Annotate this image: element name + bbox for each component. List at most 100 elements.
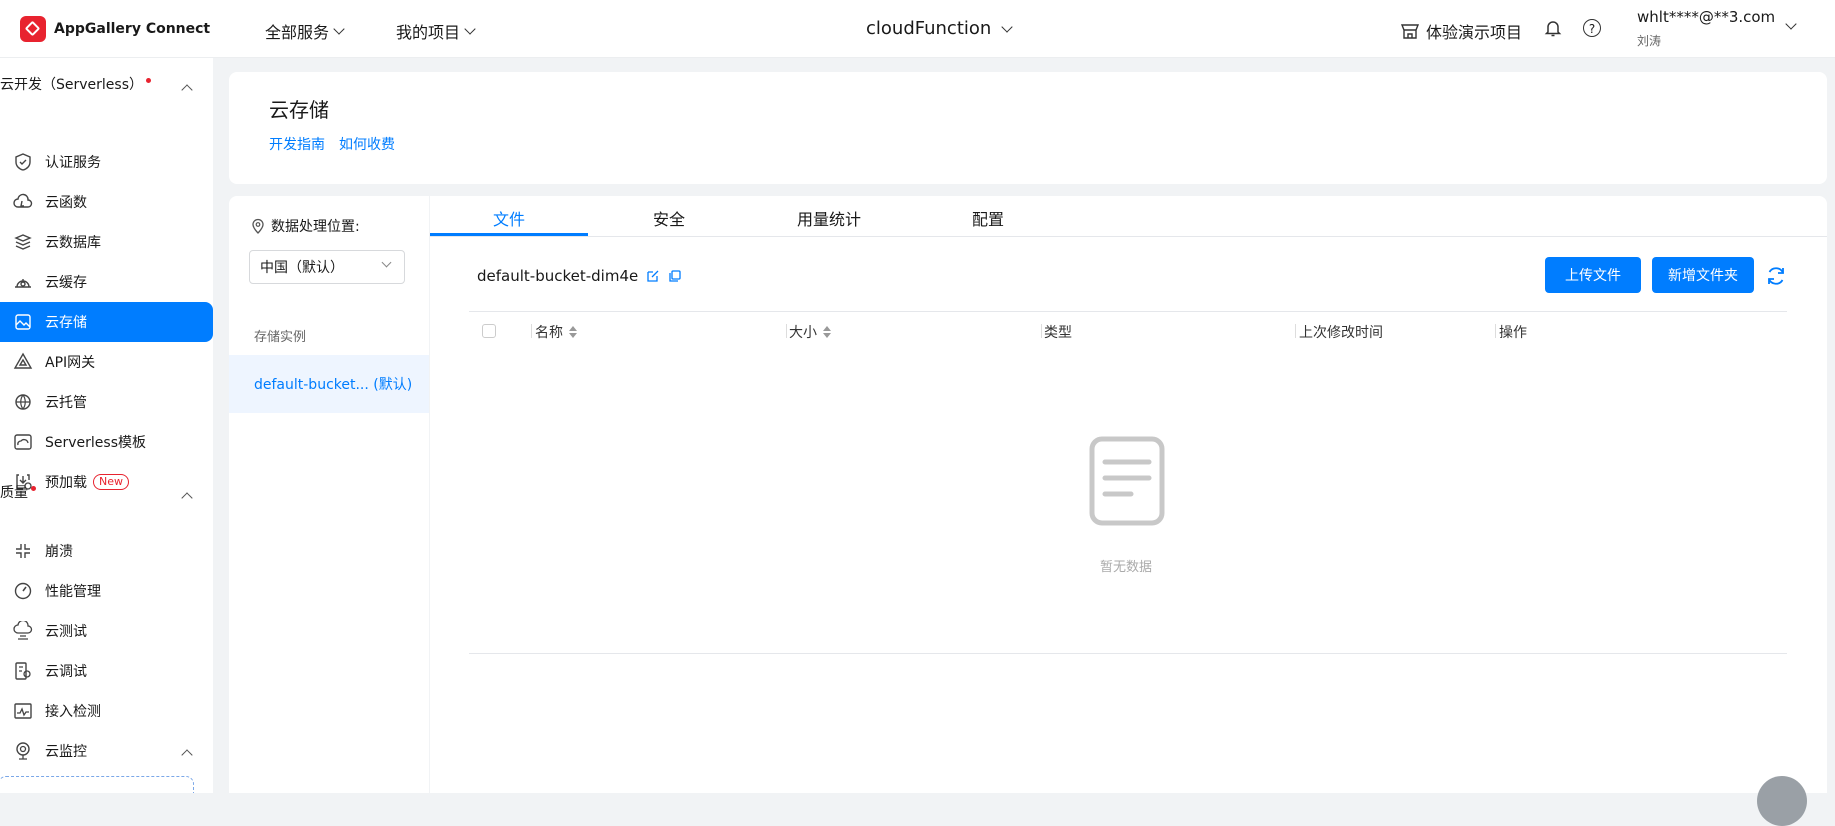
column-separator (1495, 324, 1496, 338)
user-email: whlt****@**3.com (1637, 8, 1776, 26)
instances-label: 存储实例 (254, 330, 307, 345)
column-modified: 上次修改时间 (1299, 322, 1383, 342)
project-selector[interactable]: cloudFunction (866, 18, 1013, 39)
column-separator (1295, 324, 1296, 338)
edit-icon[interactable] (646, 269, 660, 283)
tab-usage[interactable]: 用量统计 (797, 206, 861, 230)
sidebar-item-auth[interactable]: 认证服务 (0, 142, 213, 182)
sort-icon (569, 326, 577, 338)
brand-name: AppGallery Connect (54, 21, 211, 37)
sidebar-item-cloud-function[interactable]: 云函数 (0, 182, 213, 222)
column-separator (531, 324, 532, 338)
column-actions-label: 操作 (1499, 325, 1527, 341)
group-title-label: 云开发（Serverless） (0, 77, 144, 93)
crash-icon (13, 541, 33, 561)
column-actions: 操作 (1499, 322, 1527, 342)
sidebar-item-crash[interactable]: 崩溃 (0, 531, 213, 571)
all-services-menu[interactable]: 全部服务 (265, 19, 345, 43)
globe-icon (13, 392, 33, 412)
demo-project-button[interactable]: 体验演示项目 (1400, 19, 1522, 43)
sidebar-item-label: 云调试 (45, 664, 87, 680)
sidebar-item-cache[interactable]: 云缓存 (0, 262, 213, 302)
storage-icon (13, 312, 33, 332)
sort-icon (823, 326, 831, 338)
template-icon (13, 432, 33, 452)
tab-config[interactable]: 配置 (972, 206, 1004, 230)
sidebar-item-performance[interactable]: 性能管理 (0, 571, 213, 611)
notification-dot (31, 485, 36, 491)
upload-file-button[interactable]: 上传文件 (1545, 257, 1641, 293)
sidebar-item-cloud-test[interactable]: 云测试 (0, 611, 213, 651)
sidebar-item-label: 云监控 (45, 744, 87, 760)
sidebar-item-label: 云函数 (45, 195, 87, 211)
copy-icon[interactable] (668, 269, 682, 283)
storage-left-panel: 数据处理位置: 中国（默认） 存储实例 default-bucket... (默… (229, 196, 429, 793)
sidebar-item-storage[interactable]: 云存储 (0, 302, 213, 342)
location-label-text: 数据处理位置: (271, 219, 360, 235)
sidebar-item-access-check[interactable]: 接入检测 (0, 691, 213, 731)
column-type-label: 类型 (1044, 325, 1072, 341)
help-icon[interactable]: ? (1583, 19, 1601, 37)
location-selected-value: 中国（默认） (260, 260, 344, 276)
sidebar-item-label: API网关 (45, 355, 96, 371)
bell-icon[interactable] (1543, 18, 1563, 38)
tab-security[interactable]: 安全 (653, 206, 685, 230)
sidebar-item-serverless-template[interactable]: Serverless模板 (0, 422, 213, 462)
column-name[interactable]: 名称 (535, 322, 577, 342)
debug-icon (13, 661, 33, 681)
header-links: 开发指南 如何收费 (269, 134, 395, 154)
my-projects-menu[interactable]: 我的项目 (396, 19, 476, 43)
top-bar: AppGallery Connect 全部服务 我的项目 cloudFuncti… (0, 0, 1835, 58)
column-modified-label: 上次修改时间 (1299, 325, 1383, 341)
user-account[interactable]: whlt****@**3.com 刘涛 (1637, 8, 1775, 49)
sidebar-item-hosting[interactable]: 云托管 (0, 382, 213, 422)
sidebar-item-label: 性能管理 (45, 584, 101, 600)
page-header-card: 云存储 开发指南 如何收费 (229, 72, 1827, 184)
column-type: 类型 (1044, 322, 1072, 342)
sidebar-group-quality[interactable]: 质量 (0, 482, 36, 502)
select-all-checkbox[interactable] (482, 324, 496, 338)
sidebar-item-database[interactable]: 云数据库 (0, 222, 213, 262)
chevron-down-icon (464, 23, 476, 35)
page-title: 云存储 (269, 98, 329, 122)
chevron-up-icon[interactable] (181, 84, 193, 96)
sidebar: 云开发（Serverless） 认证服务 云函数 云数据库 云缓存 云存储 AP… (0, 58, 213, 793)
app-logo[interactable]: AppGallery Connect (20, 16, 210, 42)
floating-assistant-button[interactable] (1757, 776, 1807, 826)
sidebar-bottom-placeholder[interactable] (0, 776, 194, 793)
pricing-link[interactable]: 如何收费 (339, 134, 395, 154)
sidebar-item-api-gateway[interactable]: API网关 (0, 342, 213, 382)
gateway-icon (13, 352, 33, 372)
cloud-function-icon (13, 192, 33, 212)
sidebar-item-label: 云托管 (45, 395, 87, 411)
shield-icon (13, 152, 33, 172)
sidebar-item-cloud-monitor[interactable]: 云监控 (0, 731, 213, 771)
new-folder-button[interactable]: 新增文件夹 (1652, 257, 1754, 293)
user-menu-chevron-icon[interactable] (1785, 18, 1797, 30)
cloud-test-icon (13, 621, 33, 641)
sidebar-group-serverless[interactable]: 云开发（Serverless） (0, 74, 152, 94)
storage-instance-item[interactable]: default-bucket... (默认) (229, 355, 429, 413)
location-select[interactable]: 中国（默认） (249, 250, 405, 284)
column-size[interactable]: 大小 (789, 322, 831, 342)
notification-dot (146, 77, 152, 83)
tab-files[interactable]: 文件 (493, 206, 525, 230)
empty-document-icon (1089, 436, 1165, 526)
monitor-icon (13, 701, 33, 721)
sidebar-item-cloud-debug[interactable]: 云调试 (0, 651, 213, 691)
location-pin-icon (252, 218, 264, 234)
column-separator (1041, 324, 1042, 338)
sidebar-item-label: 预加载 (45, 475, 87, 491)
chevron-down-icon (1001, 20, 1013, 33)
project-name: cloudFunction (866, 18, 992, 39)
column-name-label: 名称 (535, 325, 563, 341)
location-label: 数据处理位置: (251, 216, 360, 236)
chevron-down-icon (381, 257, 392, 268)
chevron-down-icon (333, 23, 345, 35)
bucket-name: default-bucket-dim4e (477, 267, 639, 285)
storage-main-panel: 文件 安全 用量统计 配置 default-bucket-dim4e 上传文件 … (430, 196, 1827, 793)
sidebar-item-label: 云测试 (45, 624, 87, 640)
database-icon (13, 232, 33, 252)
refresh-icon[interactable] (1765, 265, 1787, 287)
dev-guide-link[interactable]: 开发指南 (269, 134, 325, 154)
